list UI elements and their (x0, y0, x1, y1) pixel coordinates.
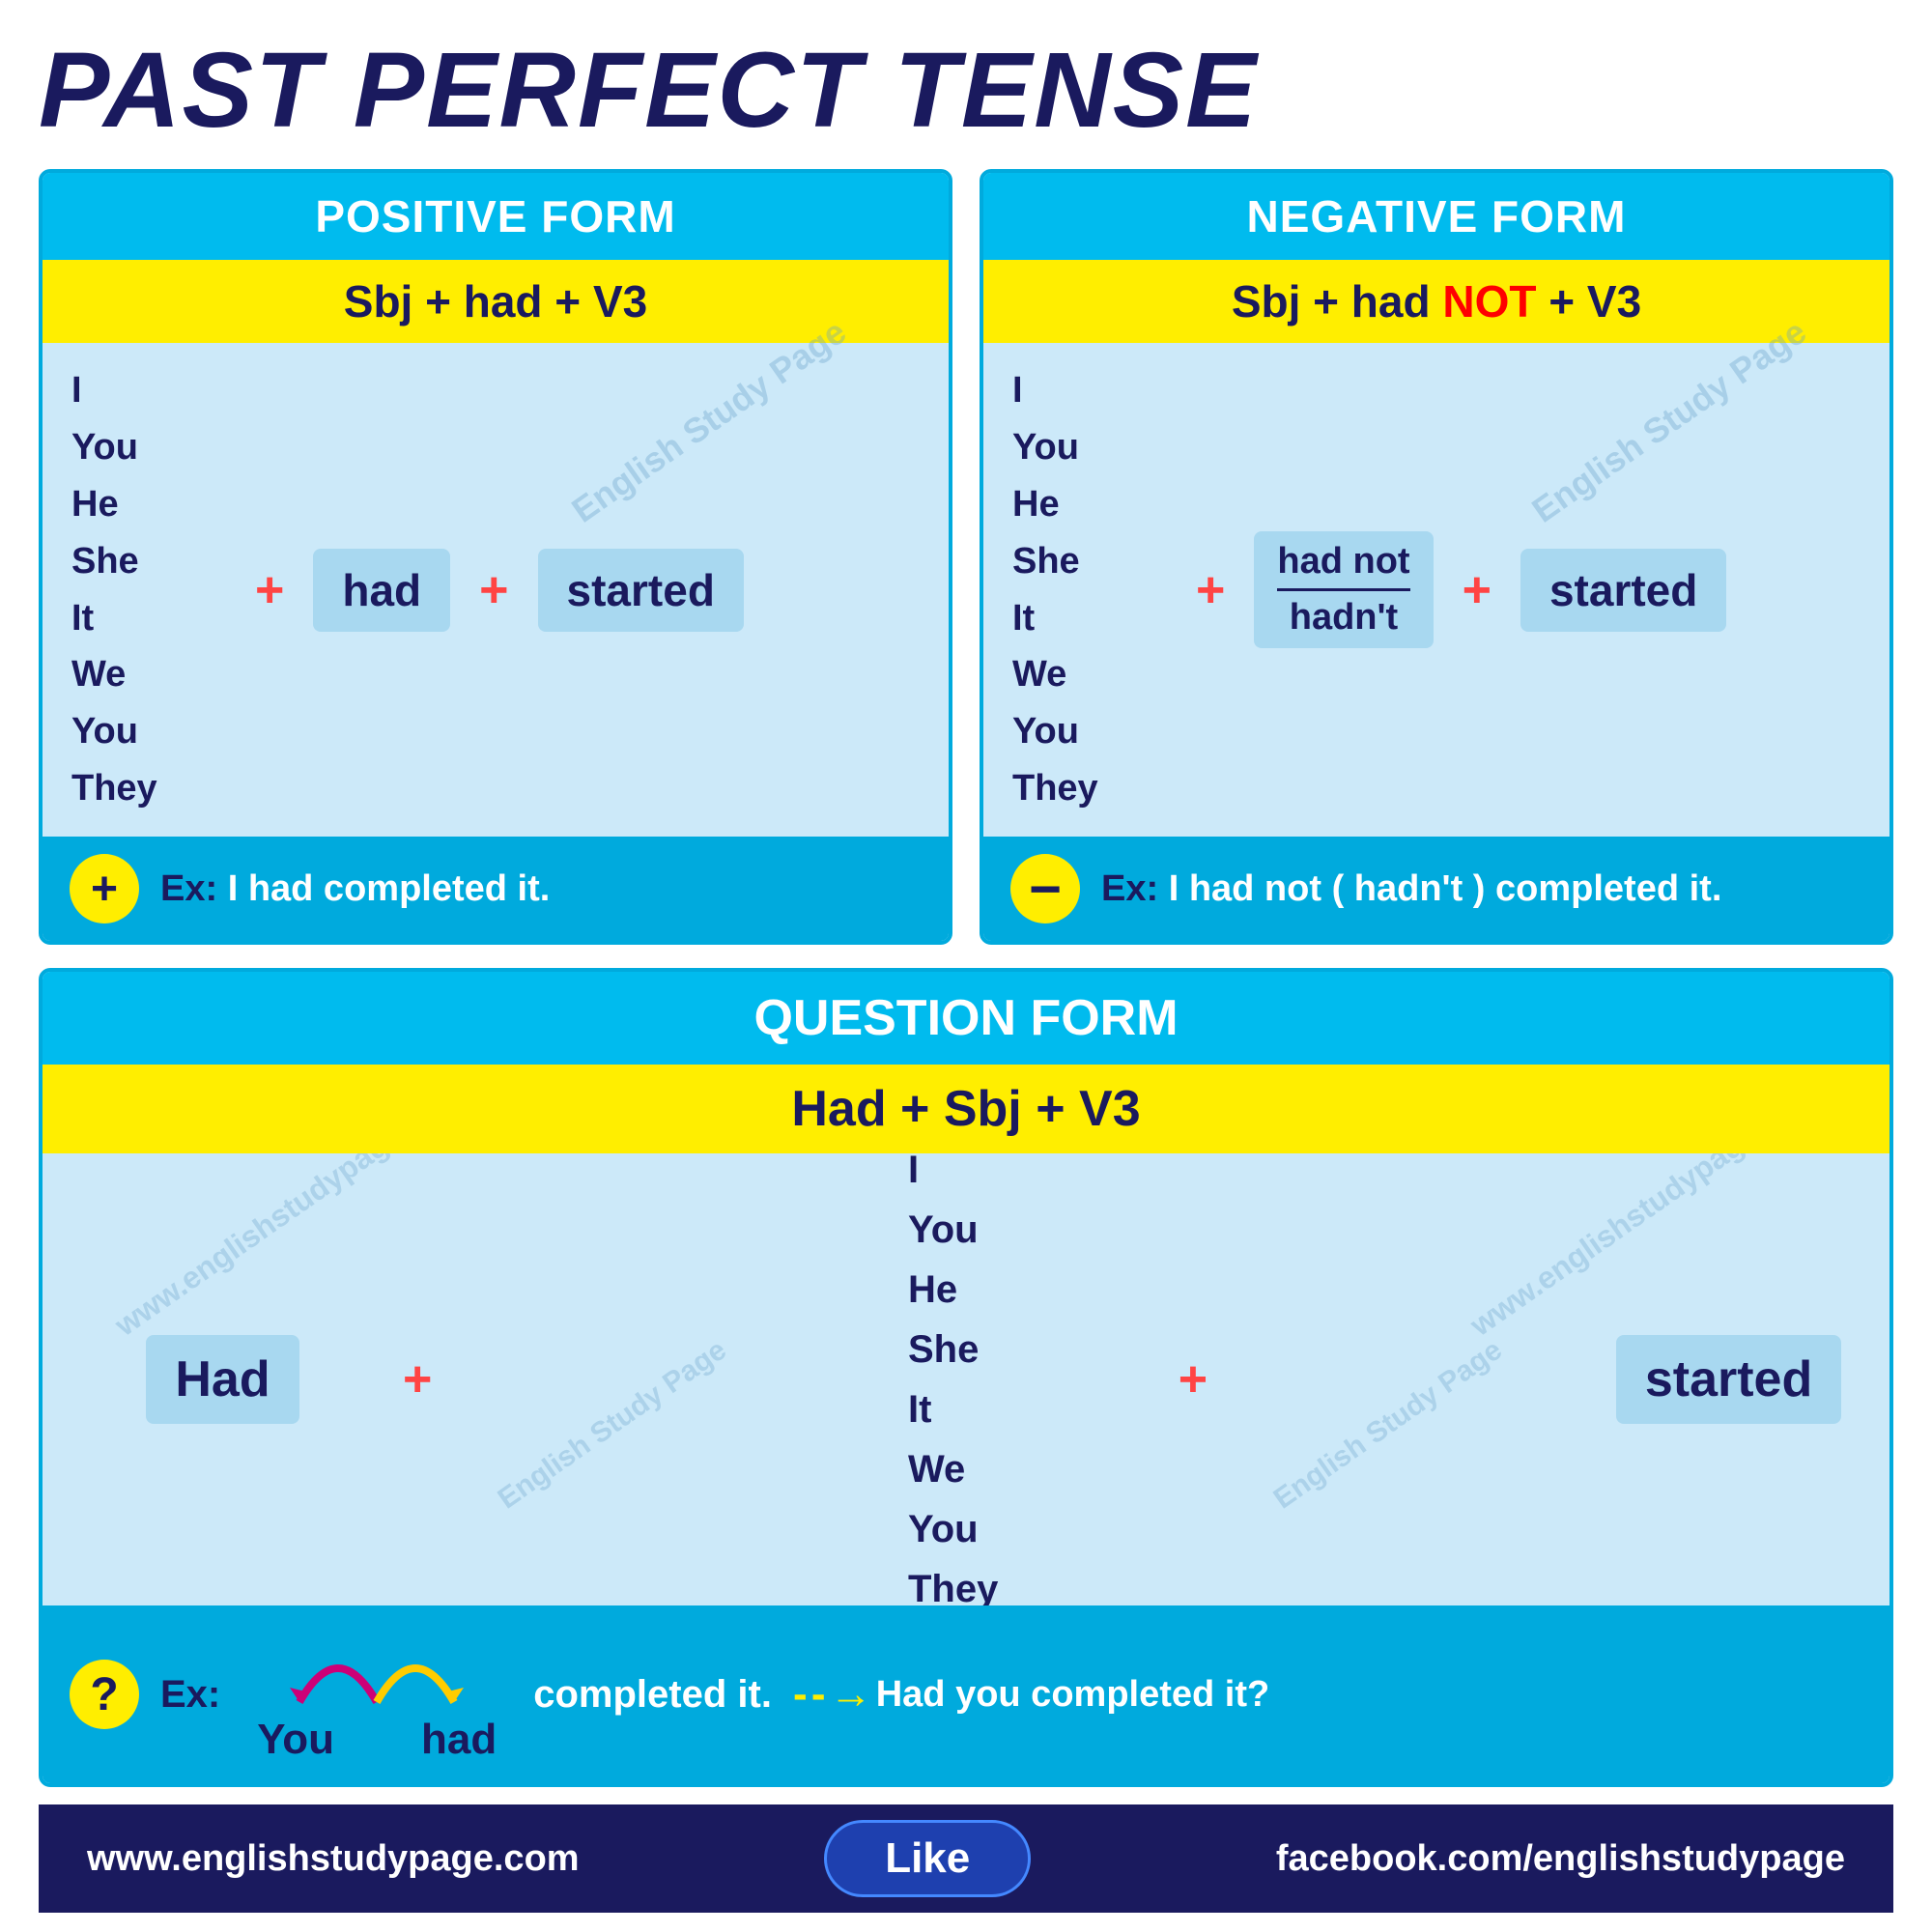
question-watermark-right2: English Study Page (1208, 1360, 1568, 1399)
positive-header: POSITIVE FORM (43, 173, 949, 260)
negative-example-text: Ex: I had not ( hadn't ) completed it. (1101, 868, 1721, 910)
negative-plus1: + (1196, 561, 1225, 619)
like-button[interactable]: Like (824, 1820, 1031, 1897)
question-section: QUESTION FORM Had + Sbj + V3 www.english… (39, 968, 1893, 1787)
question-icon: ? (70, 1660, 139, 1729)
negative-hadnot: had not hadn't (1254, 531, 1433, 648)
question-pronouns-col: IYouHeSheItWeYouThey (792, 1153, 1179, 1605)
positive-example: + Ex: I had completed it. (43, 837, 949, 941)
question-ex-label: Ex: (160, 1673, 220, 1717)
question-watermark-mid: English Study Page (432, 1360, 792, 1399)
negative-example: − Ex: I had not ( hadn't ) completed it. (983, 837, 1889, 941)
question-started-col: started (1568, 1335, 1889, 1424)
positive-formula: Sbj + had + V3 (43, 260, 949, 343)
positive-had: had (313, 549, 450, 632)
question-watermark-right: www.englishstudypage.com (1463, 1153, 1824, 1344)
top-row: POSITIVE FORM Sbj + had + V3 IYouHeSheIt… (39, 169, 1893, 945)
dashes: - - → (793, 1670, 868, 1719)
dashed-arrow: - - → Had you completed it? (793, 1670, 1269, 1719)
negative-formula: Sbj + had NOT + V3 (983, 260, 1889, 343)
footer-left: www.englishstudypage.com (87, 1838, 580, 1880)
negative-hadnt: hadn't (1277, 597, 1409, 639)
arch-labels: You had (257, 1716, 497, 1764)
negative-started: started (1520, 549, 1726, 632)
footer: www.englishstudypage.com Like facebook.c… (39, 1804, 1893, 1913)
positive-plus2: + (479, 561, 508, 619)
negative-plus2: + (1463, 561, 1492, 619)
question-result: Had you completed it? (876, 1674, 1269, 1716)
positive-started: started (538, 549, 744, 632)
question-header: QUESTION FORM (43, 972, 1889, 1065)
question-body: www.englishstudypage.com www.englishstud… (43, 1153, 1889, 1605)
negative-pronouns: IYouHeSheItWeYouThey (1012, 362, 1167, 817)
main-title: PAST PERFECT TENSE (39, 29, 1893, 152)
positive-form-box: POSITIVE FORM Sbj + had + V3 IYouHeSheIt… (39, 169, 952, 945)
negative-form-box: NEGATIVE FORM Sbj + had NOT + V3 IYouHeS… (980, 169, 1893, 945)
negative-formula-pre: Sbj + had (1232, 276, 1443, 327)
question-example: ? Ex: You had completed it. (43, 1605, 1889, 1783)
positive-ex-sentence: I had completed it. (228, 868, 551, 909)
negative-header: NEGATIVE FORM (983, 173, 1889, 260)
arch-you: You (257, 1716, 334, 1764)
positive-ex-label: Ex: (160, 868, 217, 909)
question-had-col: Had (43, 1316, 403, 1443)
positive-watermark: English Study Page (564, 311, 853, 530)
negative-ex-label: Ex: (1101, 868, 1158, 909)
positive-icon: + (70, 854, 139, 923)
negative-hadnot-top: had not (1277, 541, 1409, 582)
negative-ex-sentence: I had not ( hadn't ) completed it. (1169, 868, 1722, 909)
arch-container: You had (242, 1625, 512, 1764)
negative-formula-post: + V3 (1536, 276, 1641, 327)
positive-example-text: Ex: I had completed it. (160, 868, 550, 910)
positive-pronouns: IYouHeSheItWeYouThey (71, 362, 226, 817)
question-started: started (1616, 1335, 1841, 1424)
question-plus2: + (1179, 1350, 1208, 1408)
footer-right: facebook.com/englishstudypage (1276, 1838, 1845, 1880)
positive-body: IYouHeSheItWeYouThey + had + started Eng… (43, 343, 949, 837)
arch-had: had (421, 1716, 497, 1764)
negative-body: IYouHeSheItWeYouThey + had not hadn't + … (983, 343, 1889, 837)
question-watermark-center: English Study Page (492, 1334, 732, 1516)
question-had: Had (146, 1335, 298, 1424)
negative-hadnot-line (1277, 588, 1409, 591)
question-watermark-right-inner: English Study Page (1267, 1334, 1508, 1516)
arch-svg (242, 1625, 512, 1712)
negative-icon: − (1010, 854, 1080, 923)
question-plus1: + (403, 1350, 432, 1408)
question-completed: completed it. (533, 1673, 772, 1717)
positive-plus1: + (255, 561, 284, 619)
negative-formula-not: NOT (1442, 276, 1536, 327)
negative-watermark: English Study Page (1524, 311, 1813, 530)
question-pronouns: IYouHeSheItWeYouThey (908, 1153, 1063, 1605)
question-formula: Had + Sbj + V3 (43, 1065, 1889, 1153)
